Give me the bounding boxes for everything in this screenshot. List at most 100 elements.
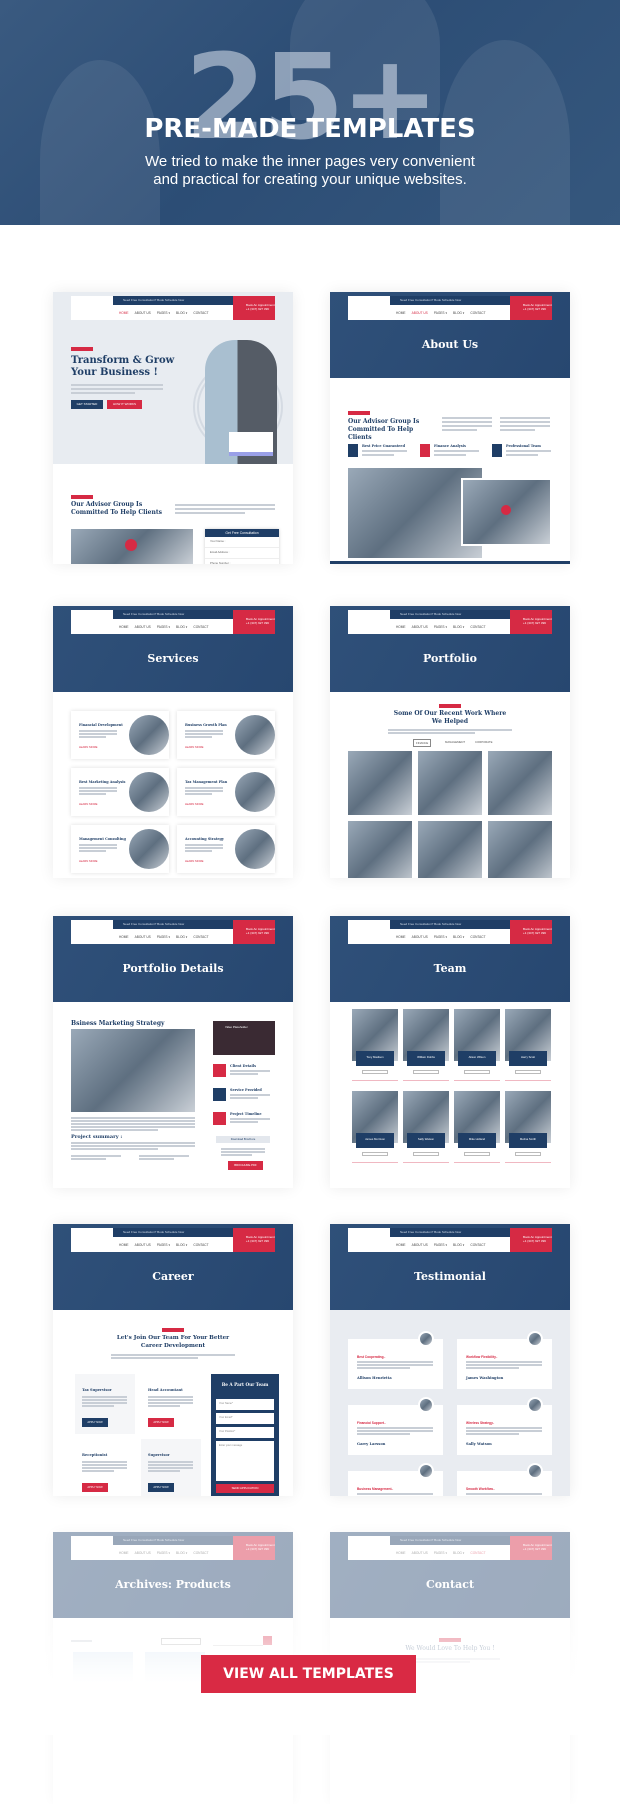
- nav-item[interactable]: CONTACT: [193, 1243, 208, 1247]
- learn-more-link[interactable]: LEARN MORE: [79, 745, 98, 749]
- form-field[interactable]: Phone Number :: [205, 559, 279, 564]
- template-preview-card[interactable]: Services Need Free Consultation? Book Sch…: [53, 606, 293, 878]
- nav-item[interactable]: PAGES ▾: [434, 1243, 447, 1247]
- portfolio-photo[interactable]: [348, 821, 412, 878]
- template-preview-card[interactable]: Need Free Consultation? Book Schedule No…: [53, 292, 293, 564]
- phone-box[interactable]: Book An Appointment +1 (347) 927 396: [510, 920, 552, 944]
- form-field[interactable]: Email Address :: [205, 548, 279, 559]
- nav-item[interactable]: BLOG ▾: [176, 625, 187, 629]
- portfolio-photo[interactable]: [488, 751, 552, 815]
- phone-box[interactable]: Book An Appointment +1 (347) 927 396: [510, 296, 552, 320]
- nav-item[interactable]: PAGES ▾: [434, 311, 447, 315]
- nav-item[interactable]: BLOG ▾: [453, 311, 464, 315]
- nav-item[interactable]: ABOUT US: [135, 625, 151, 629]
- nav-item[interactable]: ABOUT US: [135, 1551, 151, 1555]
- apply-button[interactable]: APPLY NOW: [148, 1483, 174, 1492]
- form-field[interactable]: Enter your message: [216, 1441, 274, 1481]
- nav-item[interactable]: BLOG ▾: [453, 1243, 464, 1247]
- phone-box[interactable]: Book An Appointment +1 (347) 927 396: [233, 920, 275, 944]
- nav-item[interactable]: ABOUT US: [412, 625, 428, 629]
- service-box[interactable]: Business Growth Plan LEARN MORE: [177, 711, 275, 759]
- service-box[interactable]: Best Marketing Analysis LEARN MORE: [71, 768, 169, 816]
- site-logo[interactable]: [348, 1536, 390, 1560]
- learn-more-link[interactable]: LEARN MORE: [185, 859, 204, 863]
- phone-box[interactable]: Book An Appointment +1 (347) 927 396: [233, 1228, 275, 1252]
- site-logo[interactable]: [348, 1228, 390, 1252]
- site-logo[interactable]: [71, 610, 113, 634]
- nav-item[interactable]: PAGES ▾: [434, 935, 447, 939]
- apply-button[interactable]: APPLY NOW: [148, 1418, 174, 1427]
- site-logo[interactable]: [348, 920, 390, 944]
- nav-item[interactable]: CONTACT: [193, 625, 208, 629]
- template-preview-card[interactable]: Portfolio Details Need Free Consultation?…: [53, 916, 293, 1188]
- nav-item[interactable]: HOME: [119, 311, 129, 315]
- phone-box[interactable]: Book An Appointment +1 (347) 927 396: [510, 1228, 552, 1252]
- filter-tab[interactable]: FINANCE: [413, 739, 432, 747]
- portfolio-photo[interactable]: [418, 821, 482, 878]
- form-field[interactable]: Your Name*: [216, 1399, 274, 1410]
- play-button[interactable]: [125, 539, 137, 551]
- nav-item[interactable]: CONTACT: [193, 1551, 208, 1555]
- filter-tab[interactable]: CORPORATE: [473, 739, 495, 745]
- nav-item[interactable]: BLOG ▾: [453, 625, 464, 629]
- nav-item[interactable]: PAGES ▾: [157, 935, 170, 939]
- phone-box[interactable]: Book An Appointment +1 (347) 927 396: [510, 610, 552, 634]
- nav-item[interactable]: PAGES ▾: [157, 1243, 170, 1247]
- nav-item[interactable]: HOME: [119, 625, 129, 629]
- nav-item[interactable]: ABOUT US: [135, 935, 151, 939]
- learn-more-link[interactable]: LEARN MORE: [79, 859, 98, 863]
- portfolio-photo[interactable]: [418, 751, 482, 815]
- get-started-button[interactable]: GET STARTED: [71, 400, 103, 409]
- nav-item[interactable]: PAGES ▾: [157, 311, 170, 315]
- nav-item[interactable]: ABOUT US: [412, 1243, 428, 1247]
- nav-item[interactable]: ABOUT US: [412, 1551, 428, 1555]
- social-icons[interactable]: [362, 1070, 388, 1074]
- nav-item[interactable]: CONTACT: [470, 311, 485, 315]
- apply-button[interactable]: APPLY NOW: [82, 1418, 108, 1427]
- template-preview-card[interactable]: Testimonial Need Free Consultation? Book …: [330, 1224, 570, 1496]
- filter-tab[interactable]: MANAGEMENT: [443, 739, 467, 745]
- nav-item[interactable]: PAGES ▾: [434, 625, 447, 629]
- nav-item[interactable]: HOME: [119, 1551, 129, 1555]
- send-application-button[interactable]: SEND APPLICATION: [216, 1484, 274, 1493]
- nav-item[interactable]: ABOUT US: [135, 1243, 151, 1247]
- nav-item[interactable]: BLOG ▾: [453, 1551, 464, 1555]
- nav-item[interactable]: HOME: [396, 625, 406, 629]
- form-field[interactable]: Your Email*: [216, 1413, 274, 1424]
- social-icons[interactable]: [515, 1152, 541, 1156]
- social-icons[interactable]: [464, 1152, 490, 1156]
- template-preview-card[interactable]: Team Need Free Consultation? Book Schedul…: [330, 916, 570, 1188]
- nav-item[interactable]: CONTACT: [470, 625, 485, 629]
- nav-item[interactable]: HOME: [396, 1551, 406, 1555]
- brochure-button[interactable]: BROCHURE.PDF: [228, 1161, 263, 1170]
- nav-item[interactable]: ABOUT US: [135, 311, 151, 315]
- video-box[interactable]: Video Placeholder: [213, 1021, 275, 1055]
- nav-item[interactable]: CONTACT: [470, 1551, 485, 1555]
- nav-item[interactable]: BLOG ▾: [176, 935, 187, 939]
- service-box[interactable]: Accounting Strategy LEARN MORE: [177, 825, 275, 873]
- learn-more-link[interactable]: LEARN MORE: [185, 802, 204, 806]
- play-button[interactable]: [501, 505, 511, 515]
- phone-box[interactable]: Book An Appointment +1 (347) 927 396: [233, 296, 275, 320]
- social-icons[interactable]: [413, 1070, 439, 1074]
- learn-more-link[interactable]: LEARN MORE: [79, 802, 98, 806]
- nav-item[interactable]: BLOG ▾: [176, 1551, 187, 1555]
- nav-item[interactable]: CONTACT: [193, 935, 208, 939]
- portfolio-photo[interactable]: [488, 821, 552, 878]
- nav-item[interactable]: PAGES ▾: [434, 1551, 447, 1555]
- nav-item[interactable]: HOME: [396, 935, 406, 939]
- nav-item[interactable]: CONTACT: [470, 1243, 485, 1247]
- service-box[interactable]: Financial Development LEARN MORE: [71, 711, 169, 759]
- nav-item[interactable]: HOME: [119, 1243, 129, 1247]
- social-icons[interactable]: [464, 1070, 490, 1074]
- nav-item[interactable]: BLOG ▾: [176, 1243, 187, 1247]
- phone-box[interactable]: Book An Appointment +1 (347) 927 396: [233, 610, 275, 634]
- form-field[interactable]: Your Position*: [216, 1427, 274, 1438]
- site-logo[interactable]: [71, 1536, 113, 1560]
- nav-item[interactable]: HOME: [119, 935, 129, 939]
- site-logo[interactable]: [71, 920, 113, 944]
- social-icons[interactable]: [362, 1152, 388, 1156]
- social-icons[interactable]: [413, 1152, 439, 1156]
- service-box[interactable]: Management Consulting LEARN MORE: [71, 825, 169, 873]
- social-icons[interactable]: [515, 1070, 541, 1074]
